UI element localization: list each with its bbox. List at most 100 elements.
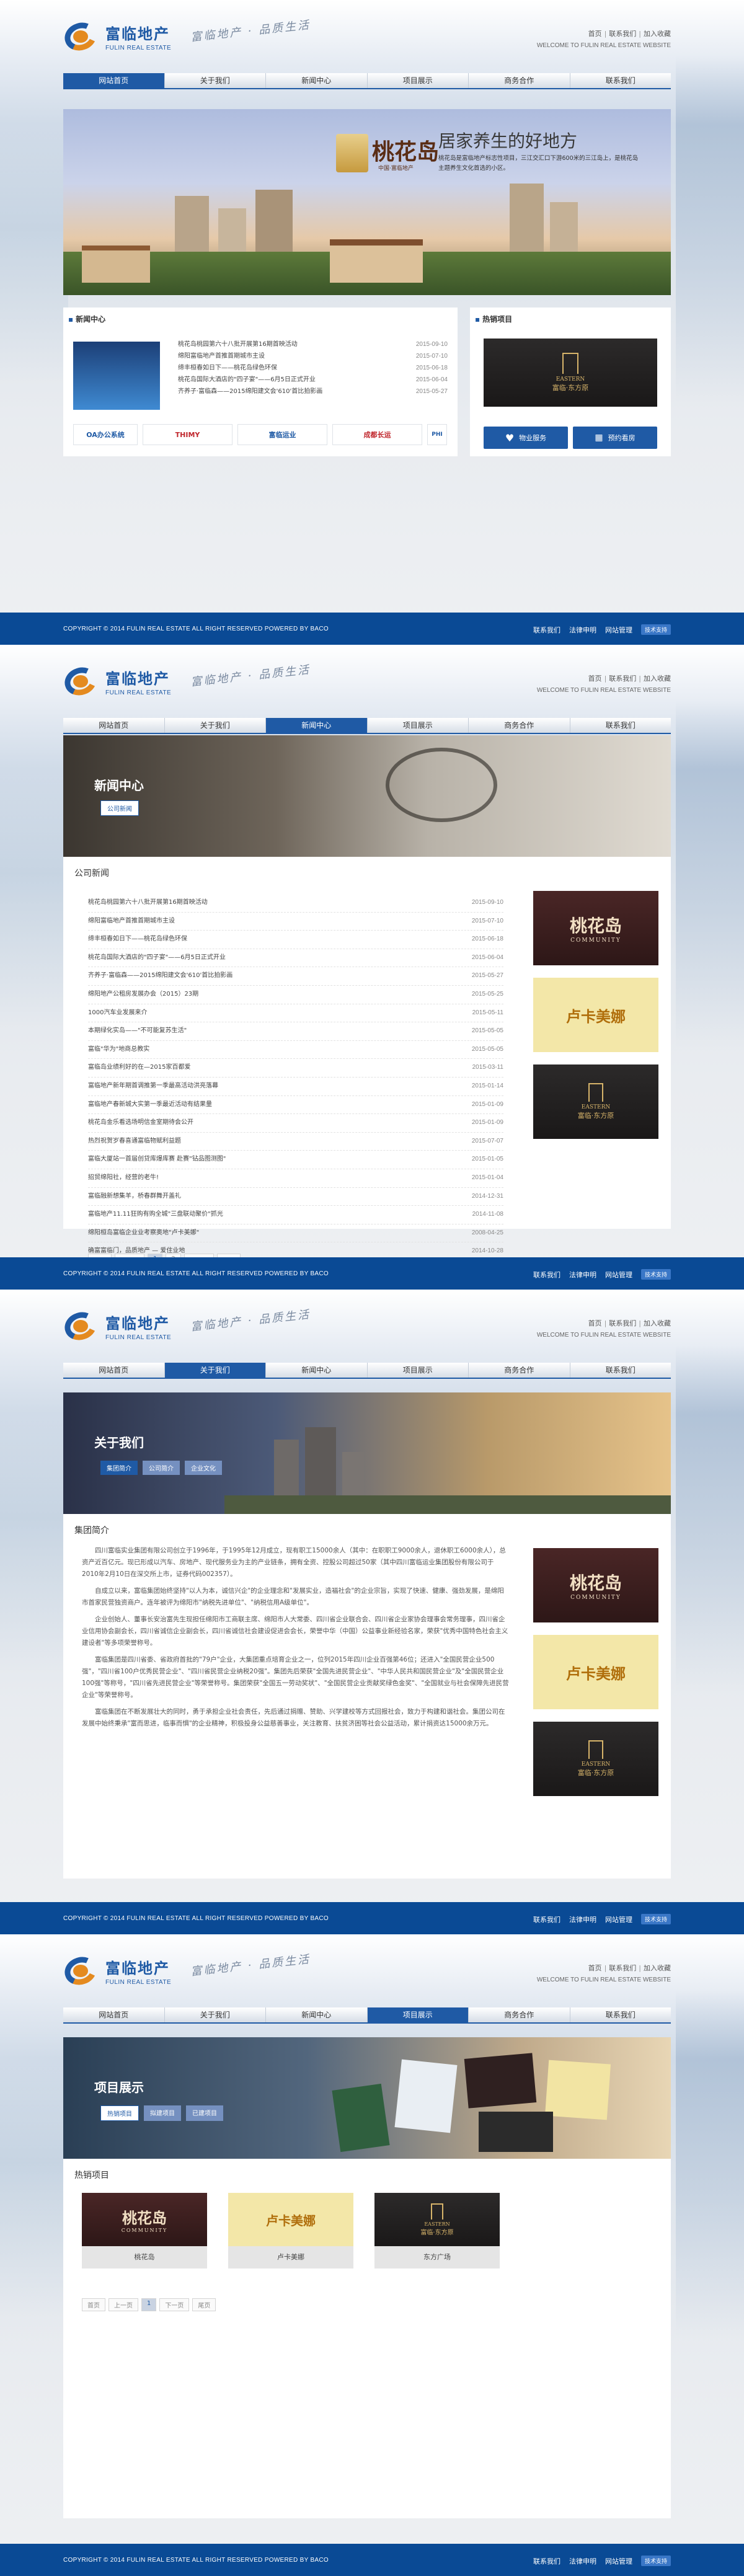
footer-link-contact[interactable]: 联系我们	[533, 1914, 560, 1924]
news-item[interactable]: 缔丰桓春如日下——桃花岛绿色环保 2015-06-18	[178, 362, 448, 374]
footer-link-admin[interactable]: 网站管理	[605, 1914, 632, 1924]
partner-oa[interactable]: OA办公系统	[73, 424, 138, 445]
project-card[interactable]: 卢卡美娜 卢卡美娜	[228, 2193, 353, 2268]
list-item[interactable]: 富临地产新年期首调推第一季最高活动洪亮落幕 2015-01-14	[88, 1078, 503, 1096]
list-item[interactable]: 招贸绵阳社，经营的老牛! 2015-01-04	[88, 1169, 503, 1188]
news-item[interactable]: 齐养子·富临森——2015绵阳建文会'610'首比拍影画 2015-05-27	[178, 386, 448, 397]
tab-group-intro[interactable]: 集团简介	[100, 1461, 138, 1475]
top-link-home[interactable]: 首页	[588, 1319, 602, 1327]
list-item[interactable]: 缔丰桓春如日下——桃花岛绿色环保 2015-06-18	[88, 931, 503, 949]
nav-about[interactable]: 关于我们	[165, 73, 266, 88]
nav-business[interactable]: 商务合作	[469, 2007, 570, 2022]
list-item[interactable]: 富临地产11.11狂购有购全城"三盘联动聚价"抓光 2014-11-08	[88, 1206, 503, 1224]
footer-badge[interactable]: 技术支持	[640, 1269, 671, 1280]
list-item[interactable]: 本期绿化实岛——"不可能复苏生活" 2015-05-05	[88, 1022, 503, 1041]
list-item[interactable]: 绵阳地产公租房发展办会（2015）23期 2015-05-25	[88, 986, 503, 1004]
partner-fulin[interactable]: 富临运业	[237, 424, 327, 445]
footer-badge[interactable]: 技术支持	[640, 1914, 671, 1924]
side-ad-taohuadao[interactable]: 桃花岛 COMMUNITY	[533, 891, 658, 965]
page-next[interactable]: 下一页	[159, 2298, 190, 2311]
footer-link-legal[interactable]: 法律申明	[569, 1914, 596, 1924]
footer-badge[interactable]: 技术支持	[640, 624, 671, 635]
nav-about[interactable]: 关于我们	[165, 718, 266, 733]
list-item[interactable]: 1000汽车业发展来介 2015-05-11	[88, 1004, 503, 1023]
nav-business[interactable]: 商务合作	[469, 718, 570, 733]
footer-link-admin[interactable]: 网站管理	[605, 625, 632, 635]
list-item[interactable]: 桃花岛国际大酒店的"四子宴"——6月5日正式开业 2015-06-04	[88, 949, 503, 968]
news-item[interactable]: 桃花岛国际大酒店的"四子宴"——6月5日正式开业 2015-06-04	[178, 374, 448, 386]
nav-home[interactable]: 网站首页	[63, 2007, 165, 2022]
nav-news[interactable]: 新闻中心	[266, 2007, 368, 2022]
news-item[interactable]: 桃花岛桃园第六十八批开展第16期首映活动 2015-09-10	[178, 339, 448, 350]
list-item[interactable]: 热烈祝贺岁春喜通富临物赋利益题 2015-07-07	[88, 1133, 503, 1151]
list-item[interactable]: 桃花岛桃园第六十八批开展第16期首映活动 2015-09-10	[88, 894, 503, 913]
hot-ad[interactable]: EASTERN 富临·东方原	[484, 339, 657, 407]
list-item[interactable]: 富临大厦站一首届创贷库爆库赛 赴赛"钻品图测图" 2015-01-05	[88, 1151, 503, 1169]
news-thumb[interactable]	[73, 342, 160, 410]
side-ad-eastern[interactable]: EASTERN 富临·东方原	[533, 1064, 658, 1139]
footer-link-contact[interactable]: 联系我们	[533, 625, 560, 635]
tab-planned-projects[interactable]: 拟建项目	[144, 2105, 181, 2121]
nav-contact[interactable]: 联系我们	[570, 2007, 671, 2022]
side-ad-eastern[interactable]: EASTERN 富临·东方原	[533, 1722, 658, 1796]
top-link-home[interactable]: 首页	[588, 1964, 602, 1972]
footer-badge[interactable]: 技术支持	[640, 2556, 671, 2566]
top-link-favorite[interactable]: 加入收藏	[644, 30, 671, 38]
top-link-favorite[interactable]: 加入收藏	[644, 1319, 671, 1327]
side-ad-taohuadao[interactable]: 桃花岛 COMMUNITY	[533, 1548, 658, 1622]
page-prev[interactable]: 上一页	[108, 2298, 138, 2311]
logo[interactable]: 富临地产 FULIN REAL ESTATE	[61, 663, 171, 700]
logo[interactable]: 富临地产 FULIN REAL ESTATE	[61, 18, 171, 55]
partner-phi[interactable]: PHI	[427, 424, 447, 445]
footer-link-admin[interactable]: 网站管理	[605, 2556, 632, 2566]
footer-link-legal[interactable]: 法律申明	[569, 625, 596, 635]
page-1[interactable]: 1	[141, 2298, 157, 2311]
nav-home[interactable]: 网站首页	[63, 1363, 165, 1378]
banner-sub-button[interactable]: 公司新闻	[100, 800, 139, 816]
footer-link-legal[interactable]: 法律申明	[569, 1270, 596, 1280]
top-link-contact[interactable]: 联系我们	[609, 675, 636, 683]
nav-about[interactable]: 关于我们	[164, 1363, 266, 1378]
nav-projects[interactable]: 项目展示	[368, 1363, 469, 1378]
top-link-favorite[interactable]: 加入收藏	[644, 1964, 671, 1972]
tab-built-projects[interactable]: 已建项目	[186, 2105, 223, 2121]
property-service-button[interactable]: ♥ 物业服务	[484, 427, 568, 449]
top-link-contact[interactable]: 联系我们	[609, 1319, 636, 1327]
footer-link-legal[interactable]: 法律申明	[569, 2556, 596, 2566]
logo[interactable]: 富临地产 FULIN REAL ESTATE	[61, 1308, 171, 1345]
list-item[interactable]: 齐养子·富临森——2015绵阳建文会'610'首比拍影画 2015-05-27	[88, 967, 503, 986]
side-ad-lukameina[interactable]: 卢卡美娜	[533, 978, 658, 1052]
top-link-contact[interactable]: 联系我们	[609, 1964, 636, 1972]
nav-news[interactable]: 新闻中心	[266, 718, 368, 733]
partner-chengdu[interactable]: 成都长运	[332, 424, 422, 445]
nav-projects[interactable]: 项目展示	[367, 2007, 469, 2022]
side-ad-lukameina[interactable]: 卢卡美娜	[533, 1635, 658, 1709]
page-first[interactable]: 首页	[82, 2298, 105, 2311]
list-item[interactable]: 富临岛业绩利好的在—2015家百都爱 2015-03-11	[88, 1059, 503, 1078]
list-item[interactable]: 富临"华为"地商总教实 2015-05-05	[88, 1041, 503, 1060]
list-item[interactable]: 富临融新想集羊，桥春群舞开盖礼 2014-12-31	[88, 1188, 503, 1206]
tab-company-intro[interactable]: 公司简介	[143, 1461, 180, 1475]
tab-hot-projects[interactable]: 热销项目	[100, 2105, 139, 2121]
tab-culture[interactable]: 企业文化	[185, 1461, 222, 1475]
list-item[interactable]: 绵阳富临地产首推首期城市主设 2015-07-10	[88, 913, 503, 931]
nav-business[interactable]: 商务合作	[469, 73, 570, 88]
list-item[interactable]: 桃花岛金乐看选场明信金室期待会公开 2015-01-09	[88, 1114, 503, 1133]
page-last[interactable]: 尾页	[192, 2298, 216, 2311]
nav-contact[interactable]: 联系我们	[570, 73, 671, 88]
footer-link-contact[interactable]: 联系我们	[533, 1270, 560, 1280]
partner-thimy[interactable]: THIMY	[143, 424, 232, 445]
project-card[interactable]: EASTERN 富临·东方原 东方广场	[374, 2193, 500, 2268]
nav-news[interactable]: 新闻中心	[266, 1363, 368, 1378]
top-link-contact[interactable]: 联系我们	[609, 30, 636, 38]
nav-business[interactable]: 商务合作	[469, 1363, 570, 1378]
nav-projects[interactable]: 项目展示	[368, 73, 469, 88]
project-card[interactable]: 桃花岛 COMMUNITY 桃花岛	[82, 2193, 207, 2268]
list-item[interactable]: 富临地产春新城大实第一季最近活动有结果量 2015-01-09	[88, 1096, 503, 1115]
top-link-home[interactable]: 首页	[588, 675, 602, 683]
news-item[interactable]: 绵阳富临地产首推首期城市主设 2015-07-10	[178, 350, 448, 362]
nav-about[interactable]: 关于我们	[165, 2007, 266, 2022]
nav-contact[interactable]: 联系我们	[570, 718, 671, 733]
nav-home[interactable]: 网站首页	[63, 73, 165, 88]
footer-link-admin[interactable]: 网站管理	[605, 1270, 632, 1280]
